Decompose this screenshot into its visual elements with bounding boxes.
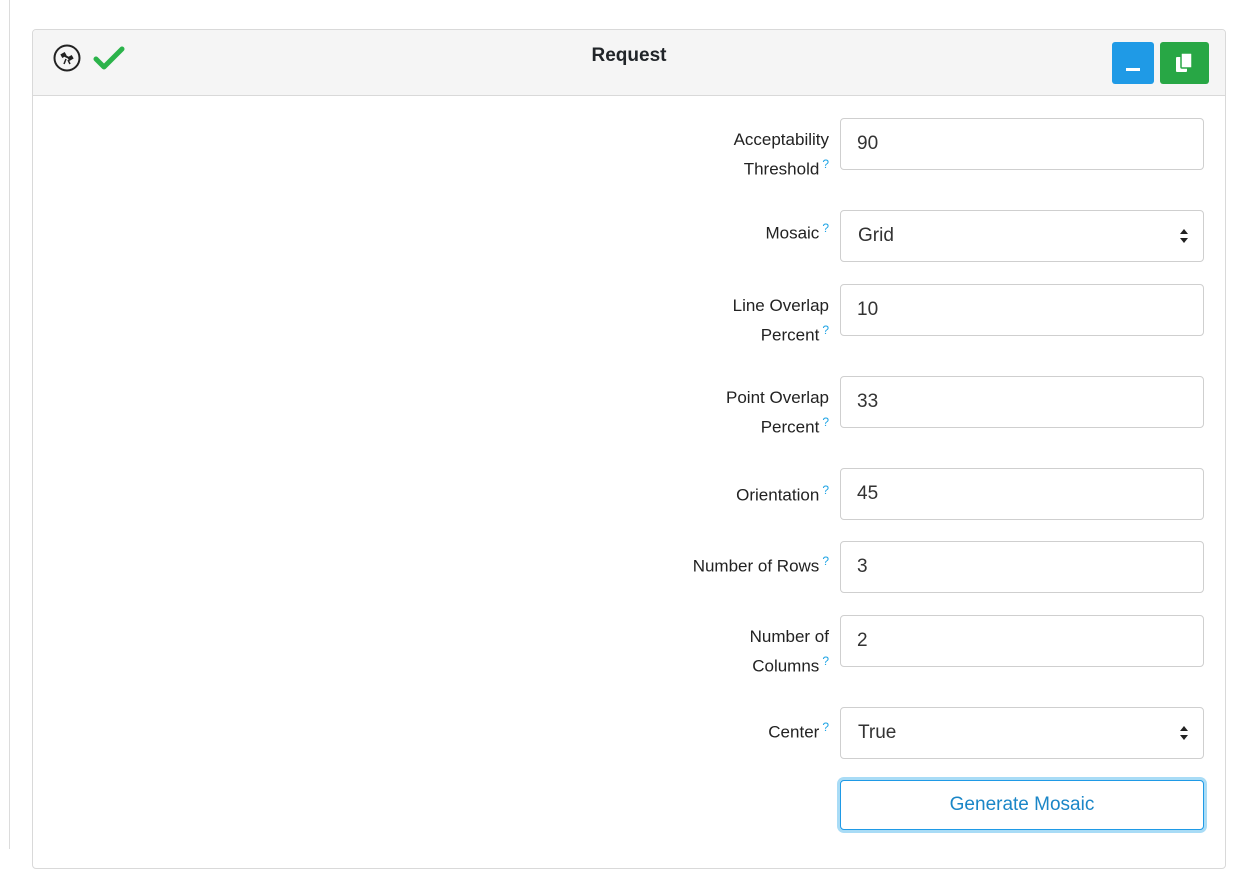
generate-mosaic-button[interactable]: Generate Mosaic <box>840 780 1204 830</box>
center-select[interactable]: True <box>840 707 1204 759</box>
line-overlap-percent-row: Line Overlap Percent? <box>33 284 1225 345</box>
acceptability-threshold-label: Acceptability Threshold? <box>733 130 829 179</box>
number-of-columns-label: Number of Columns? <box>749 627 829 676</box>
copy-button[interactable] <box>1160 42 1209 84</box>
sort-arrows-icon <box>1180 229 1188 243</box>
panel-header: Request <box>33 30 1225 96</box>
acceptability-threshold-input[interactable] <box>840 118 1204 170</box>
help-icon[interactable]: ? <box>822 554 829 568</box>
panel-title: Request <box>591 45 667 66</box>
orientation-input[interactable] <box>840 468 1204 520</box>
number-of-rows-input[interactable] <box>840 541 1204 593</box>
point-overlap-percent-input[interactable] <box>840 376 1204 428</box>
orientation-row: Orientation? <box>33 468 1225 522</box>
center-label: Center? <box>768 720 829 742</box>
request-panel: Request Acceptability Threshold? Mosaic?… <box>32 29 1226 869</box>
orientation-label: Orientation? <box>736 483 829 505</box>
sort-arrows-icon <box>1180 726 1188 740</box>
center-select-value: True <box>858 722 897 743</box>
help-icon[interactable]: ? <box>822 323 829 337</box>
line-overlap-percent-input[interactable] <box>840 284 1204 336</box>
help-icon[interactable]: ? <box>822 483 829 497</box>
help-icon[interactable]: ? <box>822 654 829 668</box>
mosaic-select[interactable]: Grid <box>840 210 1204 262</box>
number-of-columns-input[interactable] <box>840 615 1204 667</box>
mosaic-select-value: Grid <box>858 225 894 246</box>
line-overlap-percent-label: Line Overlap Percent? <box>732 296 829 345</box>
acceptability-threshold-row: Acceptability Threshold? <box>33 118 1225 179</box>
number-of-columns-row: Number of Columns? <box>33 615 1225 676</box>
number-of-rows-label: Number of Rows? <box>692 554 829 576</box>
help-icon[interactable]: ? <box>822 221 829 235</box>
center-row: Center? True <box>33 707 1225 761</box>
number-of-rows-row: Number of Rows? <box>33 541 1225 595</box>
point-overlap-percent-label: Point Overlap Percent? <box>726 388 829 437</box>
help-icon[interactable]: ? <box>822 157 829 171</box>
help-icon[interactable]: ? <box>822 720 829 734</box>
left-divider <box>9 0 10 849</box>
help-icon[interactable]: ? <box>822 415 829 429</box>
point-overlap-percent-row: Point Overlap Percent? <box>33 376 1225 437</box>
mosaic-label: Mosaic? <box>765 221 829 243</box>
minimize-icon <box>1126 68 1140 71</box>
mosaic-row: Mosaic? Grid <box>33 210 1225 264</box>
minimize-button[interactable] <box>1112 42 1154 84</box>
copy-icon <box>1176 53 1193 72</box>
